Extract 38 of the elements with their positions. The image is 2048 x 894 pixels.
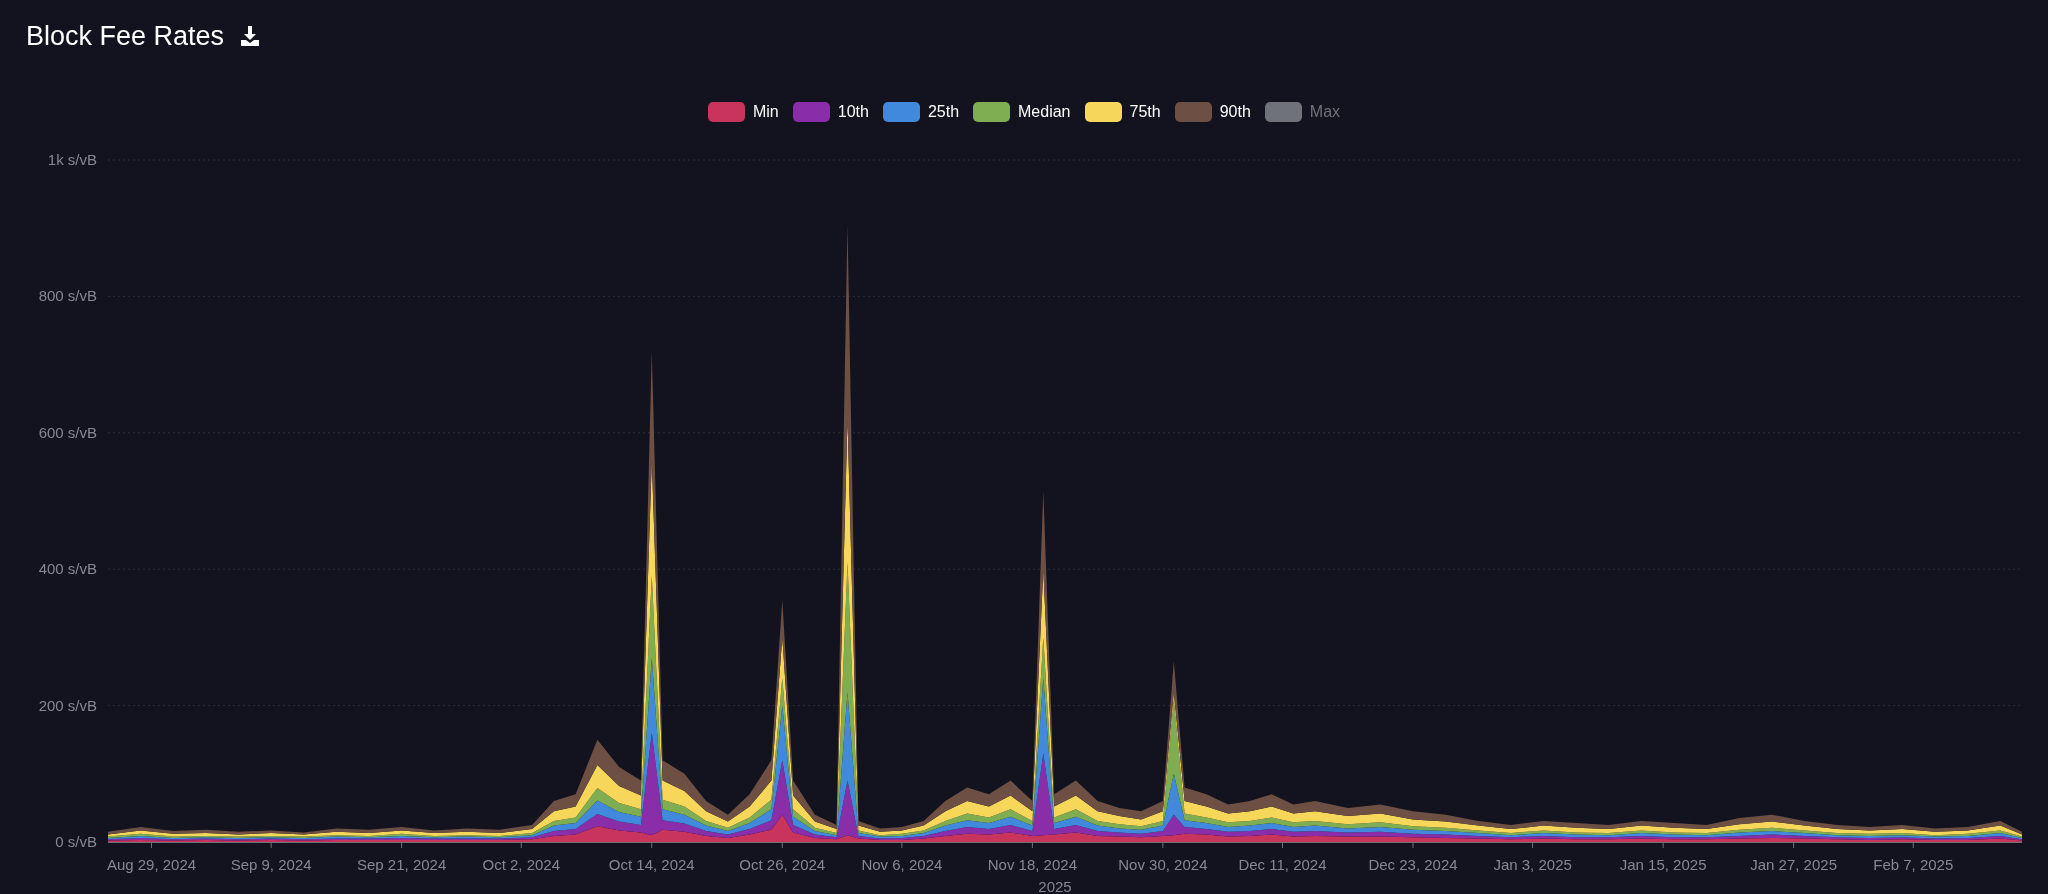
x-axis-label: Jan 15, 2025 bbox=[1619, 856, 1707, 873]
y-axis-label: 400 s/vB bbox=[38, 560, 97, 578]
x-axis-label: Dec 11, 2024 bbox=[1238, 856, 1327, 873]
x-axis-title: 2025 bbox=[1038, 878, 1072, 894]
x-axis-label: Sep 9, 2024 bbox=[230, 856, 312, 873]
legend-item[interactable]: 75th bbox=[1084, 102, 1161, 122]
x-axis-label: Nov 6, 2024 bbox=[861, 856, 943, 873]
x-axis-label: Feb 7, 2025 bbox=[1873, 856, 1954, 873]
legend-label: 10th bbox=[837, 103, 869, 121]
y-axis-label: 600 s/vB bbox=[38, 423, 97, 441]
legend-label: Min bbox=[752, 103, 779, 121]
y-axis-label: 800 s/vB bbox=[38, 287, 97, 305]
y-axis-label: 0 s/vB bbox=[55, 833, 97, 850]
legend-item[interactable]: 25th bbox=[882, 102, 960, 122]
legend-label: 75th bbox=[1129, 103, 1161, 121]
x-axis-label: Oct 26, 2024 bbox=[739, 856, 826, 873]
legend-label: Max bbox=[1309, 103, 1341, 121]
legend-item[interactable]: Min bbox=[707, 102, 779, 122]
legend-item[interactable]: 90th bbox=[1174, 102, 1251, 122]
x-axis-label: Aug 29, 2024 bbox=[106, 856, 197, 873]
legend-label: 90th bbox=[1219, 103, 1251, 121]
legend-item[interactable]: Max bbox=[1264, 102, 1341, 122]
x-axis-label: Oct 14, 2024 bbox=[608, 856, 695, 873]
x-axis-label: Nov 18, 2024 bbox=[987, 856, 1077, 873]
legend-item[interactable]: 10th bbox=[792, 102, 869, 122]
legend-label: 25th bbox=[927, 103, 960, 121]
x-axis-label: Oct 2, 2024 bbox=[482, 856, 561, 873]
x-axis-label: Nov 30, 2024 bbox=[1118, 856, 1208, 873]
x-axis-label: Jan 27, 2025 bbox=[1750, 856, 1837, 873]
legend-label: Median bbox=[1018, 103, 1071, 121]
x-axis-label: Jan 3, 2025 bbox=[1493, 856, 1572, 873]
x-axis-label: Dec 23, 2024 bbox=[1368, 856, 1458, 873]
x-axis-label: Sep 21, 2024 bbox=[357, 856, 447, 873]
chart-title: Block Fee Rates bbox=[26, 20, 225, 52]
y-axis-label: 1k s/vB bbox=[47, 151, 97, 168]
legend-item[interactable]: Median bbox=[973, 102, 1071, 122]
y-axis-label: 200 s/vB bbox=[38, 696, 97, 714]
download-icon[interactable] bbox=[240, 25, 261, 47]
